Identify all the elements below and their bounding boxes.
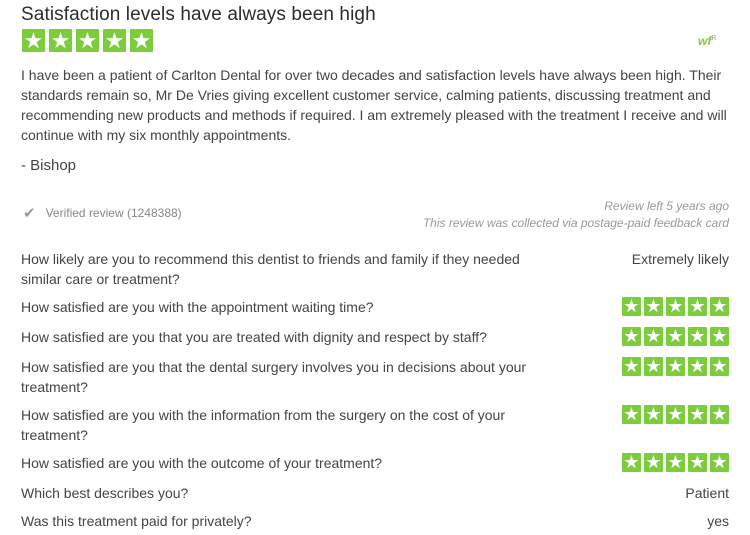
question-row: How satisfied are you that the dental su… <box>21 357 729 397</box>
rating-stars: ★ ★ ★ ★ ★ <box>622 405 729 424</box>
question-row: How satisfied are you with the appointme… <box>21 297 729 317</box>
rating-stars: ★ ★ ★ ★ ★ <box>622 327 729 346</box>
star-icon: ★ <box>710 296 729 316</box>
star-icon: ★ <box>644 452 663 472</box>
checkmark-icon: ✔ <box>23 205 36 222</box>
question-text: How satisfied are you that you are treat… <box>21 329 487 345</box>
star-icon: ★ <box>666 404 685 424</box>
star-icon: ★ <box>130 28 153 53</box>
star-icon: ★ <box>49 28 72 53</box>
review-title: Satisfaction levels have always been hig… <box>21 4 376 25</box>
star-icon: ★ <box>103 28 126 53</box>
brand-logo: wfR <box>698 34 716 48</box>
star-icon: ★ <box>622 452 641 472</box>
star-icon: ★ <box>622 356 641 376</box>
review-author: - Bishop <box>21 157 77 174</box>
star-icon: ★ <box>666 326 685 346</box>
star-icon: ★ <box>22 28 45 53</box>
question-text: How satisfied are you with the informati… <box>21 407 506 443</box>
star-icon: ★ <box>76 28 99 53</box>
star-icon: ★ <box>644 356 663 376</box>
question-row: How satisfied are you with the outcome o… <box>21 453 729 473</box>
question-text: How likely are you to recommend this den… <box>21 251 520 287</box>
rating-stars: ★ ★ ★ ★ ★ <box>622 357 729 376</box>
question-row: How likely are you to recommend this den… <box>21 249 729 289</box>
verified-label: Verified review (1248388) <box>45 206 182 220</box>
star-icon: ★ <box>644 326 663 346</box>
star-icon: ★ <box>688 404 707 424</box>
rating-stars: ★ ★ ★ ★ ★ <box>622 453 729 472</box>
question-row: How satisfied are you that you are treat… <box>21 327 729 347</box>
question-row: How satisfied are you with the informati… <box>21 405 729 445</box>
star-icon: ★ <box>644 296 663 316</box>
review-left-date: Review left 5 years ago <box>604 199 729 213</box>
question-text: How satisfied are you that the dental su… <box>21 359 527 395</box>
question-row: Was this treatment paid for privately? y… <box>21 511 729 531</box>
star-icon: ★ <box>710 326 729 346</box>
star-icon: ★ <box>688 356 707 376</box>
overall-rating: ★ ★ ★ ★ ★ <box>22 29 153 52</box>
question-row: Which best describes you? Patient <box>21 483 729 503</box>
answer-text: Patient <box>685 485 729 501</box>
star-icon: ★ <box>644 404 663 424</box>
star-icon: ★ <box>710 356 729 376</box>
star-icon: ★ <box>666 356 685 376</box>
review-body: I have been a patient of Carlton Dental … <box>21 67 727 143</box>
answer-text: yes <box>707 513 729 529</box>
review-collected-via: This review was collected via postage-pa… <box>422 216 729 230</box>
star-icon: ★ <box>710 404 729 424</box>
star-icon: ★ <box>688 296 707 316</box>
star-icon: ★ <box>622 326 641 346</box>
star-icon: ★ <box>666 452 685 472</box>
question-text: How satisfied are you with the outcome o… <box>21 455 383 471</box>
star-icon: ★ <box>622 404 641 424</box>
star-icon: ★ <box>688 452 707 472</box>
star-icon: ★ <box>622 296 641 316</box>
question-text: Was this treatment paid for privately? <box>21 513 252 529</box>
rating-stars: ★ ★ ★ ★ ★ <box>622 297 729 316</box>
question-text: How satisfied are you with the appointme… <box>21 299 374 315</box>
logo-text: wf <box>698 34 712 48</box>
star-icon: ★ <box>688 326 707 346</box>
question-text: Which best describes you? <box>21 485 189 501</box>
star-icon: ★ <box>666 296 685 316</box>
review-meta: Review left 5 years ago This review was … <box>423 198 729 232</box>
star-icon: ★ <box>710 452 729 472</box>
answer-text: Extremely likely <box>631 251 729 267</box>
verified-review: ✔ Verified review (1248388) <box>23 204 182 222</box>
logo-registered: R <box>711 35 717 42</box>
